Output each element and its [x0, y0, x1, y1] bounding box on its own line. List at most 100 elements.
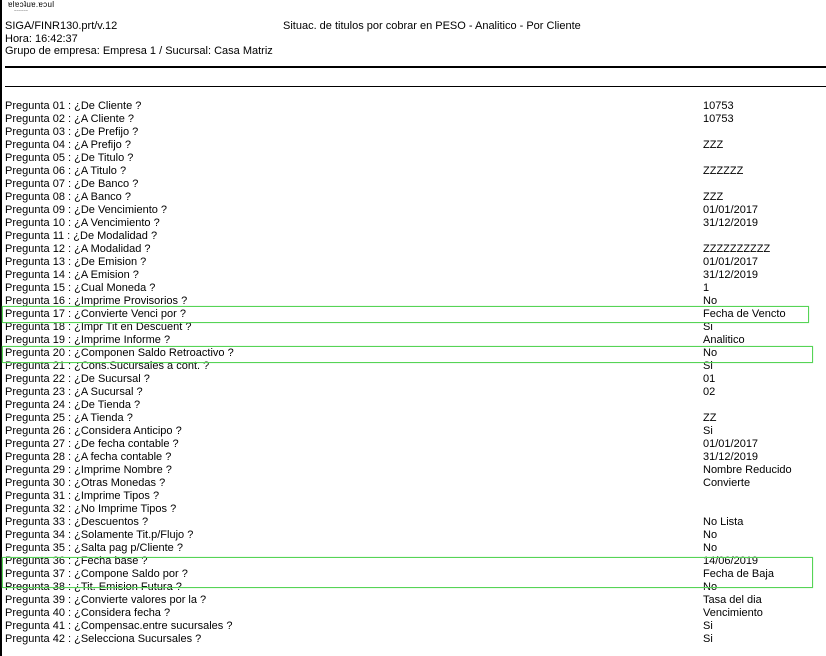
list-item: Pregunta 25 : ¿A Tienda ? ZZ [5, 412, 820, 425]
list-item: Pregunta 16 : ¿Imprime Provisorios ? No [5, 295, 820, 308]
question-label: Pregunta 25 : ¿A Tienda ? [5, 412, 133, 424]
list-item: Pregunta 20 : ¿Componen Saldo Retroactiv… [5, 347, 820, 360]
question-label: Pregunta 11 : ¿De Modalidad ? [5, 230, 158, 242]
page-left-border [0, 0, 2, 656]
question-label: Pregunta 16 : ¿Imprime Provisorios ? [5, 295, 188, 307]
list-item: Pregunta 33 : ¿Descuentos ? No Lista [5, 516, 820, 529]
question-label: Pregunta 04 : ¿A Prefijo ? [5, 139, 131, 151]
question-value: 01/01/2017 [703, 438, 759, 450]
question-value: 01/01/2017 [703, 256, 759, 268]
question-label: Pregunta 29 : ¿Imprime Nombre ? [5, 464, 172, 476]
question-label: Pregunta 28 : ¿A fecha contable ? [5, 451, 172, 463]
list-item: Pregunta 06 : ¿A Titulo ? ZZZZZZ [5, 165, 820, 178]
list-item: Pregunta 02 : ¿A Cliente ? 10753 [5, 113, 820, 126]
question-value: ZZZZZZ [703, 165, 744, 177]
list-item: Pregunta 01 : ¿De Cliente ? 10753 [5, 100, 820, 113]
list-item: Pregunta 34 : ¿Solamente Tit.p/Flujo ? No [5, 529, 820, 542]
question-value: 02 [703, 386, 716, 398]
question-label: Pregunta 15 : ¿Cual Moneda ? [5, 282, 156, 294]
list-item: Pregunta 32 : ¿No Imprime Tipos ? [5, 503, 820, 516]
list-item: Pregunta 07 : ¿De Banco ? [5, 178, 820, 191]
question-value: No [703, 295, 718, 307]
list-item: Pregunta 17 : ¿Convierte Venci por ? Fech… [5, 308, 820, 321]
question-label: Pregunta 27 : ¿De fecha contable ? [5, 438, 179, 450]
question-value: Nombre Reducido [703, 464, 792, 476]
question-label: Pregunta 03 : ¿De Prefijo ? [5, 126, 139, 138]
list-item: Pregunta 27 : ¿De fecha contable ? 01/01/… [5, 438, 820, 451]
question-label: Pregunta 14 : ¿A Emision ? [5, 269, 139, 281]
question-value: Analitico [703, 334, 745, 346]
question-value: No [703, 581, 718, 593]
list-item: Pregunta 36 : ¿Fecha base ? 14/06/2019 [5, 555, 820, 568]
question-label: Pregunta 02 : ¿A Cliente ? [5, 113, 135, 125]
list-item: Pregunta 18 : ¿Impr Tit en Descuent ? Si [5, 321, 820, 334]
question-value: No [703, 542, 718, 554]
list-item: Pregunta 03 : ¿De Prefijo ? [5, 126, 820, 139]
list-item: Pregunta 30 : ¿Otras Monedas ? Convierte [5, 477, 820, 490]
question-label: Pregunta 26 : ¿Considera Anticipo ? [5, 425, 182, 437]
question-value: 10753 [703, 100, 734, 112]
question-label: Pregunta 32 : ¿No Imprime Tipos ? [5, 503, 177, 515]
question-value: ZZ [703, 412, 717, 424]
logo-tagline: ~~~~~~ [14, 8, 29, 13]
question-label: Pregunta 38 : ¿Tit. Emision Futura ? [5, 581, 182, 593]
question-label: Pregunta 35 : ¿Salta pag p/Cliente ? [5, 542, 183, 554]
question-label: Pregunta 08 : ¿A Banco ? [5, 191, 131, 203]
question-value: 01/01/2017 [703, 204, 759, 216]
list-item: Pregunta 39 : ¿Convierte valores por la … [5, 594, 820, 607]
question-label: Pregunta 01 : ¿De Cliente ? [5, 100, 142, 112]
list-item: Pregunta 23 : ¿A Sucursal ? 02 [5, 386, 820, 399]
question-label: Pregunta 06 : ¿A Titulo ? [5, 165, 127, 177]
report-title: Situac. de titulos por cobrar en PESO - … [283, 20, 581, 32]
question-label: Pregunta 37 : ¿Compone Saldo por ? [5, 568, 188, 580]
question-value: 1 [703, 282, 710, 294]
list-item: Pregunta 26 : ¿Considera Anticipo ? Si [5, 425, 820, 438]
question-label: Pregunta 33 : ¿Descuentos ? [5, 516, 149, 528]
list-item: Pregunta 28 : ¿A fecha contable ? 31/12/2… [5, 451, 820, 464]
list-item: Pregunta 29 : ¿Imprime Nombre ? Nombre Re… [5, 464, 820, 477]
header-divider-top [5, 66, 826, 68]
question-value: 31/12/2019 [703, 451, 759, 463]
question-value: Si [703, 360, 713, 372]
list-item: Pregunta 35 : ¿Salta pag p/Cliente ? No [5, 542, 820, 555]
question-value: Si [703, 321, 713, 333]
list-item: Pregunta 38 : ¿Tit. Emision Futura ? No [5, 581, 820, 594]
list-item: Pregunta 40 : ¿Considera fecha ? Vencimie… [5, 607, 820, 620]
list-item: Pregunta 14 : ¿A Emision ? 31/12/2019 [5, 269, 820, 282]
list-item: Pregunta 13 : ¿De Emision ? 01/01/2017 [5, 256, 820, 269]
question-value: Si [703, 633, 713, 645]
list-item: Pregunta 15 : ¿Cual Moneda ? 1 [5, 282, 820, 295]
question-label: Pregunta 42 : ¿Selecciona Sucursales ? [5, 633, 202, 645]
question-value: ZZZ [703, 139, 724, 151]
question-label: Pregunta 19 : ¿Imprime Informe ? [5, 334, 171, 346]
question-label: Pregunta 34 : ¿Solamente Tit.p/Flujo ? [5, 529, 194, 541]
parameters-list: Pregunta 01 : ¿De Cliente ? 10753 Pregunta… [5, 100, 820, 646]
list-item: Pregunta 10 : ¿A Vencimiento ? 31/12/2019 [5, 217, 820, 230]
question-label: Pregunta 09 : ¿De Vencimiento ? [5, 204, 168, 216]
question-value: 14/06/2019 [703, 555, 759, 567]
question-label: Pregunta 21 : ¿Cons.Sucursales a cont. ? [5, 360, 210, 372]
question-label: Pregunta 20 : ¿Componen Saldo Retroactiv… [5, 347, 234, 359]
question-value: Si [703, 425, 713, 437]
question-value: ZZZ [703, 191, 724, 203]
question-value: No Lista [703, 516, 744, 528]
list-item: Pregunta 31 : ¿Imprime Tipos ? [5, 490, 820, 503]
question-label: Pregunta 23 : ¿A Sucursal ? [5, 386, 143, 398]
list-item: Pregunta 21 : ¿Cons.Sucursales a cont. ?… [5, 360, 820, 373]
question-value: 10753 [703, 113, 734, 125]
question-value: Convierte [703, 477, 751, 489]
question-label: Pregunta 31 : ¿Imprime Tipos ? [5, 490, 160, 502]
list-item: Pregunta 42 : ¿Selecciona Sucursales ? Si [5, 633, 820, 646]
question-value: Fecha de Vencto [703, 308, 786, 320]
list-item: Pregunta 22 : ¿De Sucursal ? 01 [5, 373, 820, 386]
list-item: Pregunta 08 : ¿A Banco ? ZZZ [5, 191, 820, 204]
header-divider-bottom [5, 86, 826, 87]
question-label: Pregunta 40 : ¿Considera fecha ? [5, 607, 171, 619]
question-value: No [703, 529, 718, 541]
question-value: Tasa del dia [703, 594, 762, 606]
list-item: Pregunta 09 : ¿De Vencimiento ? 01/01/201… [5, 204, 820, 217]
question-label: Pregunta 22 : ¿De Sucursal ? [5, 373, 150, 385]
list-item: Pregunta 24 : ¿De Tienda ? [5, 399, 820, 412]
question-value: Si [703, 620, 713, 632]
report-id: SIGA/FINR130.prt/v.12 [5, 20, 118, 32]
